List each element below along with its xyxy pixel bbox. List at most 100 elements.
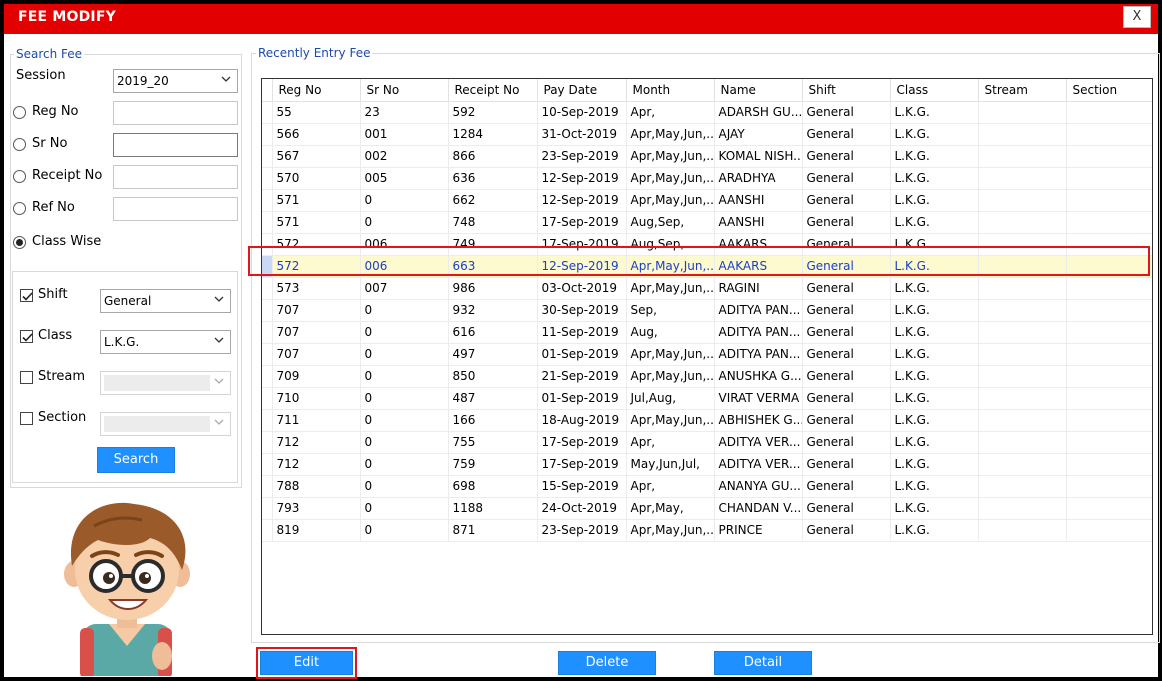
table-cell: 24-Oct-2019 bbox=[537, 497, 627, 520]
column-header-sr-no[interactable]: Sr No bbox=[360, 79, 449, 102]
row-header-cell[interactable] bbox=[262, 475, 273, 498]
section-select[interactable] bbox=[100, 412, 231, 436]
row-header-cell[interactable] bbox=[262, 211, 273, 234]
table-row[interactable]: 712 0 759 17-Sep-2019 May,Jun,Jul, ADITYA VER… bbox=[262, 453, 1152, 476]
table-cell: 748 bbox=[448, 211, 538, 234]
table-cell bbox=[1066, 277, 1152, 300]
row-header-cell[interactable] bbox=[262, 453, 273, 476]
row-header-cell[interactable] bbox=[262, 167, 273, 190]
session-select-value: 2019_20 bbox=[117, 74, 169, 88]
table-cell: ADITYA PAN... bbox=[714, 321, 803, 344]
table-cell: Apr, bbox=[626, 475, 715, 498]
table-row[interactable]: 712 0 755 17-Sep-2019 Apr, ADITYA VER... Gener… bbox=[262, 431, 1152, 454]
row-header-cell[interactable] bbox=[262, 299, 273, 322]
table-row[interactable]: 570 005 636 12-Sep-2019 Apr,May,Jun,... ARADH… bbox=[262, 167, 1152, 190]
table-cell: 571 bbox=[272, 189, 361, 212]
table-cell: L.K.G. bbox=[890, 277, 979, 300]
column-header-reg-no[interactable]: Reg No bbox=[272, 79, 361, 102]
table-cell: Aug, bbox=[626, 321, 715, 344]
table-row[interactable]: 573 007 986 03-Oct-2019 Apr,May,Jun,... RAGIN… bbox=[262, 277, 1152, 300]
column-header-receipt-no[interactable]: Receipt No bbox=[448, 79, 538, 102]
section-checkbox[interactable] bbox=[20, 412, 33, 425]
table-row[interactable]: 707 0 616 11-Sep-2019 Aug, ADITYA PAN... Gener… bbox=[262, 321, 1152, 344]
receipt-no-input[interactable] bbox=[113, 165, 238, 189]
table-cell bbox=[1066, 409, 1152, 432]
table-cell: Sep, bbox=[626, 299, 715, 322]
table-cell: L.K.G. bbox=[890, 145, 979, 168]
row-header-cell[interactable] bbox=[262, 519, 273, 542]
table-row[interactable]: 711 0 166 18-Aug-2019 Apr,May,Jun,... ABHISHE… bbox=[262, 409, 1152, 432]
column-header-stream[interactable]: Stream bbox=[978, 79, 1067, 102]
table-row[interactable]: 819 0 871 23-Sep-2019 Apr,May,Jun,... PRINCE G… bbox=[262, 519, 1152, 542]
row-header-cell[interactable] bbox=[262, 101, 273, 124]
table-row[interactable]: 710 0 487 01-Sep-2019 Jul,Aug, VIRAT VERMA Gen… bbox=[262, 387, 1152, 410]
table-cell: ABHISHEK G... bbox=[714, 409, 803, 432]
table-row[interactable]: 793 0 1188 24-Oct-2019 Apr,May, CHANDAN V... G… bbox=[262, 497, 1152, 520]
table-cell: 0 bbox=[360, 387, 449, 410]
radio-receipt-no[interactable] bbox=[13, 170, 26, 183]
row-header-cell[interactable] bbox=[262, 431, 273, 454]
radio-reg-no[interactable] bbox=[13, 106, 26, 119]
radio-sr-no[interactable] bbox=[13, 138, 26, 151]
ref-no-input[interactable] bbox=[113, 197, 238, 221]
shift-select[interactable]: General bbox=[100, 289, 231, 313]
table-row[interactable]: 571 0 748 17-Sep-2019 Aug,Sep, AANSHI General L… bbox=[262, 211, 1152, 234]
column-header-name[interactable]: Name bbox=[714, 79, 803, 102]
row-header-cell[interactable] bbox=[262, 365, 273, 388]
table-row[interactable]: 571 0 662 12-Sep-2019 Apr,May,Jun,... AANSHI G… bbox=[262, 189, 1152, 212]
class-select[interactable]: L.K.G. bbox=[100, 330, 231, 354]
row-header-cell[interactable] bbox=[262, 145, 273, 168]
column-header-month[interactable]: Month bbox=[626, 79, 715, 102]
table-row[interactable]: 566 001 1284 31-Oct-2019 Apr,May,Jun,... AJAY… bbox=[262, 123, 1152, 146]
table-cell: ADARSH GU... bbox=[714, 101, 803, 124]
row-header-cell[interactable] bbox=[262, 233, 273, 256]
table-cell: 0 bbox=[360, 343, 449, 366]
table-cell: 698 bbox=[448, 475, 538, 498]
session-select[interactable]: 2019_20 bbox=[113, 69, 238, 93]
radio-ref-no[interactable] bbox=[13, 202, 26, 215]
row-header-cell[interactable] bbox=[262, 387, 273, 410]
table-row[interactable]: 707 0 932 30-Sep-2019 Sep, ADITYA PAN... Gener… bbox=[262, 299, 1152, 322]
detail-button[interactable]: Detail bbox=[714, 651, 812, 675]
table-row[interactable]: 55 23 592 10-Sep-2019 Apr, ADARSH GU... Genera… bbox=[262, 101, 1152, 124]
column-header-class[interactable]: Class bbox=[890, 79, 979, 102]
table-cell: 0 bbox=[360, 519, 449, 542]
row-header-cell[interactable] bbox=[262, 497, 273, 520]
search-button[interactable]: Search bbox=[97, 447, 175, 473]
table-row[interactable]: 567 002 866 23-Sep-2019 Apr,May,Jun,... KOMAL… bbox=[262, 145, 1152, 168]
table-row[interactable]: 709 0 850 21-Sep-2019 Apr,May,Jun,... ANUSHKA… bbox=[262, 365, 1152, 388]
column-header-shift[interactable]: Shift bbox=[802, 79, 891, 102]
delete-button[interactable]: Delete bbox=[558, 651, 656, 675]
edit-button[interactable]: Edit bbox=[260, 651, 353, 675]
table-row[interactable]: 572 006 663 12-Sep-2019 Apr,May,Jun,... AAKAR… bbox=[262, 255, 1152, 278]
row-header-corner bbox=[262, 79, 273, 102]
row-header-cell[interactable] bbox=[262, 123, 273, 146]
column-header-section[interactable]: Section bbox=[1066, 79, 1152, 102]
table-cell: 12-Sep-2019 bbox=[537, 189, 627, 212]
row-header-cell[interactable] bbox=[262, 343, 273, 366]
table-row[interactable]: 572 006 749 17-Sep-2019 Aug,Sep, AAKARS Genera… bbox=[262, 233, 1152, 256]
reg-no-input[interactable] bbox=[113, 101, 238, 125]
class-checkbox[interactable] bbox=[20, 330, 33, 343]
row-header-cell[interactable] bbox=[262, 321, 273, 344]
shift-checkbox[interactable] bbox=[20, 289, 33, 302]
table-cell bbox=[1066, 453, 1152, 476]
sr-no-input[interactable] bbox=[113, 133, 238, 157]
radio-class-wise[interactable] bbox=[13, 236, 26, 249]
close-button[interactable]: X bbox=[1123, 6, 1151, 28]
row-header-cell[interactable] bbox=[262, 255, 273, 278]
table-cell: 759 bbox=[448, 453, 538, 476]
row-header-cell[interactable] bbox=[262, 189, 273, 212]
stream-checkbox[interactable] bbox=[20, 371, 33, 384]
table-cell bbox=[1066, 387, 1152, 410]
table-row[interactable]: 707 0 497 01-Sep-2019 Apr,May,Jun,... ADITYA … bbox=[262, 343, 1152, 366]
row-header-cell[interactable] bbox=[262, 409, 273, 432]
recent-fee-table: Reg No Sr No Receipt No Pay Date Month N… bbox=[262, 79, 1152, 542]
row-header-cell[interactable] bbox=[262, 277, 273, 300]
column-header-pay-date[interactable]: Pay Date bbox=[537, 79, 627, 102]
table-row[interactable]: 788 0 698 15-Sep-2019 Apr, ANANYA GU... Genera… bbox=[262, 475, 1152, 498]
shift-label: Shift bbox=[38, 287, 68, 302]
window-title: FEE MODIFY bbox=[18, 9, 116, 25]
stream-select[interactable] bbox=[100, 371, 231, 395]
table-cell bbox=[978, 145, 1067, 168]
